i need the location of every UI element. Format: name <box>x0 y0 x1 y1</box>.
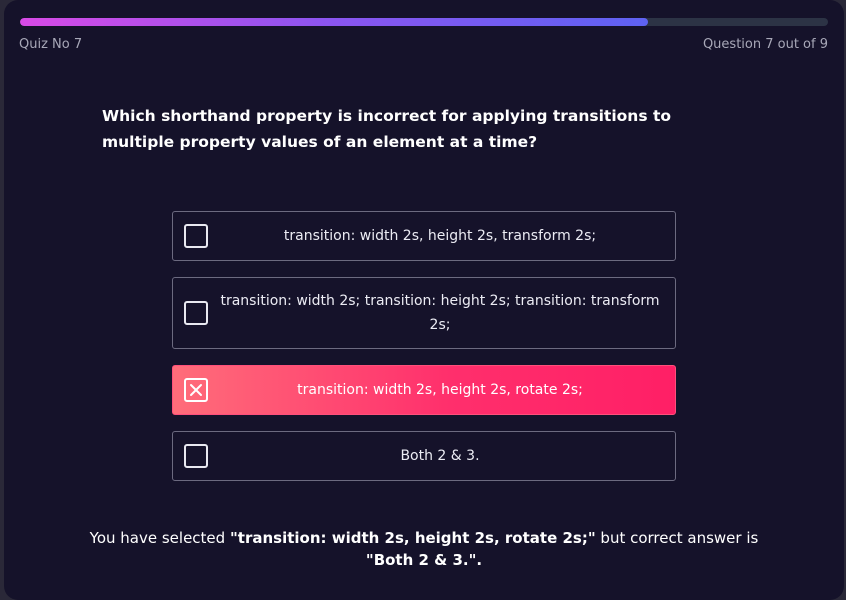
answer-options: transition: width 2s, height 2s, transfo… <box>172 211 676 497</box>
feedback-selected-answer: "transition: width 2s, height 2s, rotate… <box>229 529 596 547</box>
answer-option-label: Both 2 & 3. <box>400 448 480 464</box>
question-counter: Question 7 out of 9 <box>702 37 828 52</box>
answer-option-4[interactable]: Both 2 & 3. <box>172 431 676 481</box>
answer-option-2[interactable]: transition: width 2s; transition: height… <box>172 277 676 349</box>
quiz-panel: Quiz No 7 Question 7 out of 9 Which shor… <box>4 0 844 600</box>
answer-option-1[interactable]: transition: width 2s, height 2s, transfo… <box>172 211 676 261</box>
answer-option-3[interactable]: transition: width 2s, height 2s, rotate … <box>172 365 676 415</box>
checkbox-empty-icon[interactable] <box>184 301 208 325</box>
quiz-label: Quiz No 7 <box>19 37 83 52</box>
feedback-text: but correct answer is <box>595 529 759 547</box>
checkbox-cross-icon[interactable] <box>184 378 208 402</box>
progress-bar-fill <box>20 18 649 26</box>
answer-feedback: You have selected "transition: width 2s,… <box>84 527 764 571</box>
progress-bar <box>20 18 828 26</box>
question-text: Which shorthand property is incorrect fo… <box>102 107 672 151</box>
checkbox-empty-icon[interactable] <box>184 224 208 248</box>
answer-option-label: transition: width 2s, height 2s, rotate … <box>297 382 583 398</box>
feedback-text: You have selected <box>89 529 230 547</box>
feedback-correct-answer: "Both 2 & 3.". <box>365 551 483 569</box>
answer-option-label: transition: width 2s, height 2s, transfo… <box>283 228 597 244</box>
answer-option-label: transition: width 2s; transition: height… <box>220 293 660 333</box>
checkbox-empty-icon[interactable] <box>184 444 208 468</box>
